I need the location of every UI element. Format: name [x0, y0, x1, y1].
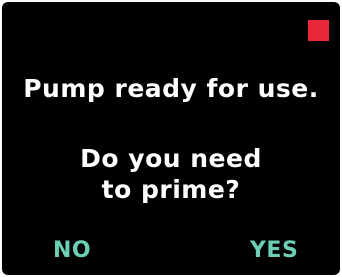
ready-message: Pump ready for use. — [23, 74, 319, 103]
yes-button[interactable]: YES — [250, 238, 298, 264]
no-button[interactable]: NO — [53, 238, 91, 264]
prime-question-line-1: Do you need — [80, 144, 262, 173]
prime-question: Do you need to prime? — [2, 143, 340, 205]
prime-question-line-2: to prime? — [101, 175, 241, 204]
pump-display: Pump ready for use. Do you need to prime… — [2, 2, 340, 275]
status-indicator-icon — [308, 20, 329, 41]
